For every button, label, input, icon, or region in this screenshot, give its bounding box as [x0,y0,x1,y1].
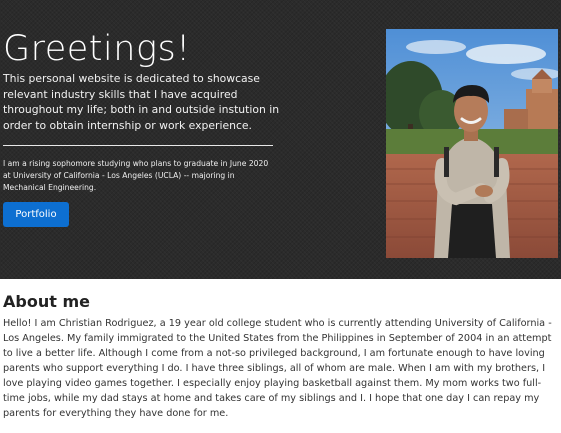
profile-photo [386,29,558,258]
intro-text: This personal website is dedicated to sh… [3,72,280,132]
student-info-text: I am a rising sophomore studying who pla… [3,159,269,192]
portfolio-button[interactable]: Portfolio [3,202,69,227]
divider [3,145,273,146]
hero-section: Greetings! This personal website is dedi… [0,0,561,279]
page-title: Greetings! [3,29,191,69]
about-text: Hello! I am Christian Rodriguez, a 19 ye… [3,318,552,419]
about-heading: About me [3,292,90,311]
